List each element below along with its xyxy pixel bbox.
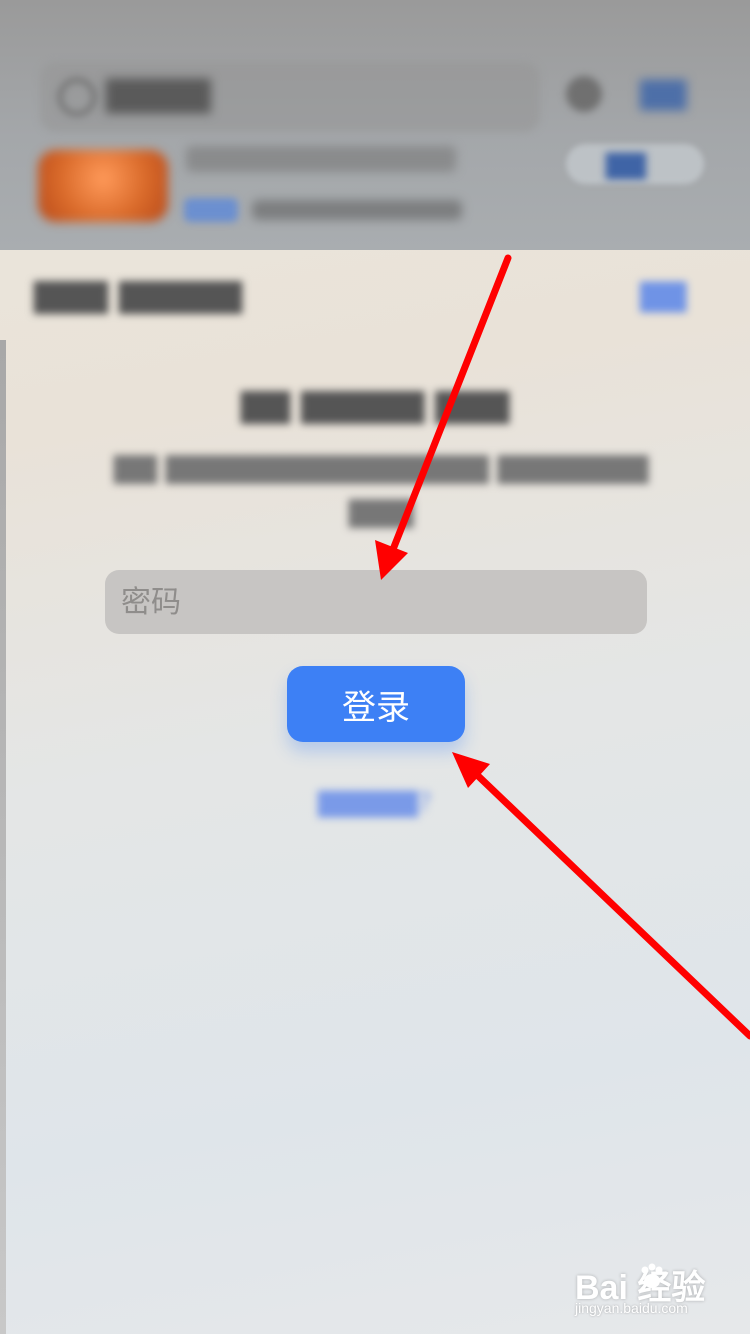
- forgot-password-link[interactable]: ▇▇▇▇▇?: [0, 788, 750, 818]
- background-app-store-page: ▇▇▇▇ ▇▇ ▇▇: [0, 0, 750, 250]
- login-heading: ▇▇ ▇▇▇▇▇ ▇▇▇: [240, 386, 510, 424]
- screen: ▇▇▇▇ ▇▇ ▇▇ ▇▇▇ ▇▇▇▇▇ ▇▇ ▇▇ ▇▇▇▇▇ ▇▇▇ ▇▇ …: [0, 0, 750, 1334]
- app-icon: [38, 150, 168, 222]
- background-search-text: ▇▇▇▇: [106, 74, 211, 114]
- background-app-rating: [252, 200, 462, 220]
- background-get-label: ▇▇: [606, 150, 646, 180]
- search-icon: [58, 78, 96, 116]
- login-sheet: ▇▇▇ ▇▇▇▇▇ ▇▇ ▇▇ ▇▇▇▇▇ ▇▇▇ ▇▇ ▇▇▇▇▇▇▇▇▇▇▇…: [0, 250, 750, 1334]
- login-button[interactable]: 登录: [287, 666, 465, 742]
- watermark-url: jingyan.baidu.com: [575, 1300, 688, 1316]
- background-app-title: [186, 146, 456, 172]
- background-app-tag: [184, 198, 238, 222]
- microphone-icon: [566, 76, 602, 112]
- baidu-jingyan-watermark: Bai 经验 jingyan.baidu.com: [575, 1260, 735, 1320]
- password-field[interactable]: [105, 570, 647, 634]
- login-description: ▇▇ ▇▇▇▇▇▇▇▇▇▇▇▇▇▇▇ ▇▇▇▇▇▇▇ ▇▇▇: [113, 451, 649, 528]
- sheet-edge: [0, 340, 6, 1334]
- sheet-cancel-button[interactable]: ▇▇: [640, 278, 686, 313]
- background-cancel-button: ▇▇: [640, 76, 687, 111]
- paw-icon: [641, 1263, 663, 1288]
- sheet-title: ▇▇▇ ▇▇▇▇▇: [34, 276, 243, 314]
